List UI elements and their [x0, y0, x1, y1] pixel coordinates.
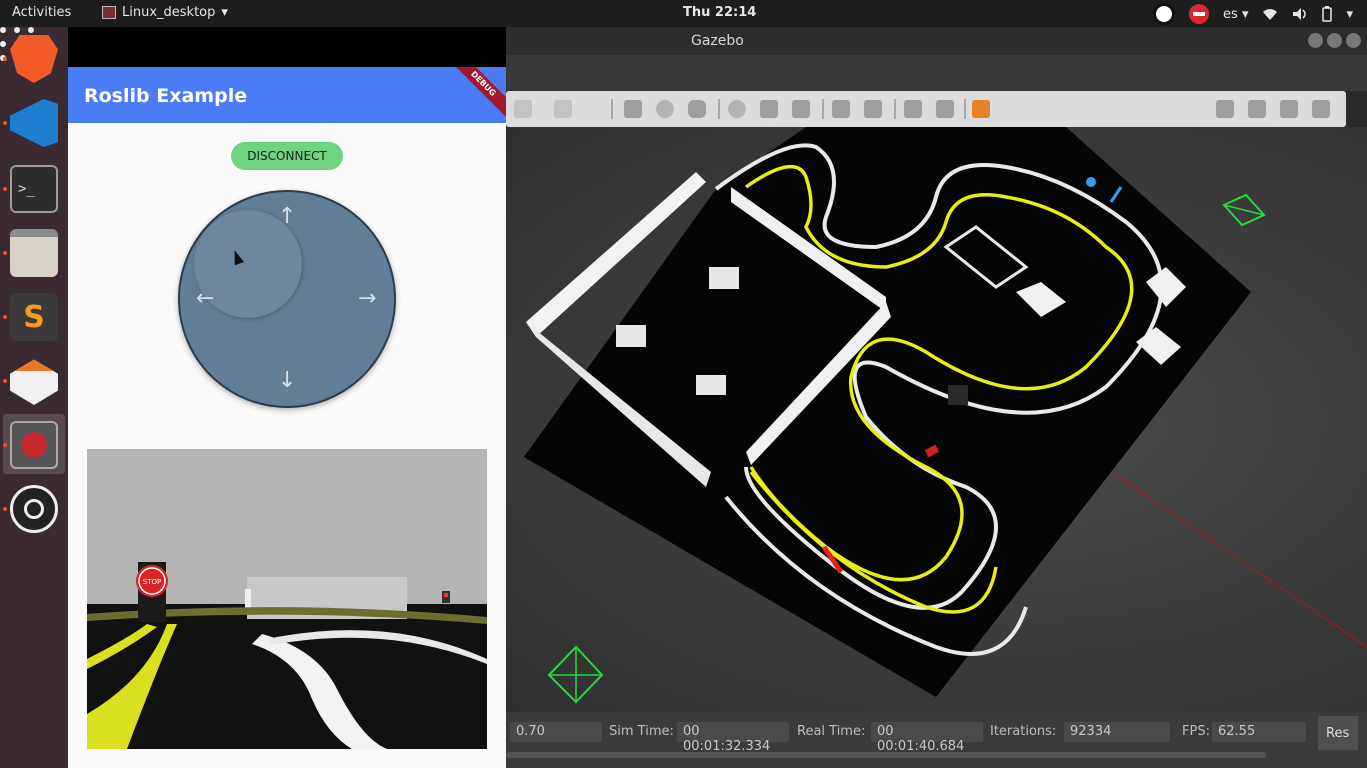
view-angle-icon[interactable]	[972, 100, 990, 118]
sphere-shape-icon[interactable]	[656, 100, 674, 118]
activities-button[interactable]: Activities	[12, 5, 71, 20]
box-shape-icon[interactable]	[624, 100, 642, 118]
window-title: Gazebo	[691, 33, 744, 49]
sim-time-label: Sim Time:	[609, 724, 674, 739]
video-record-icon[interactable]	[1312, 100, 1330, 118]
wifi-icon[interactable]	[1262, 7, 1278, 21]
joystick[interactable]: ↑ ↓ ← →	[178, 190, 396, 408]
redo-icon[interactable]	[554, 100, 572, 118]
point-light-icon[interactable]	[728, 100, 746, 118]
screenshot-icon[interactable]	[1216, 100, 1234, 118]
disconnect-button[interactable]: DISCONNECT	[231, 142, 343, 170]
app-title: Roslib Example	[84, 85, 248, 107]
toolbar-separator	[894, 99, 896, 119]
gazebo-titlebar: Gazebo	[506, 27, 1367, 55]
roslib-app-window: Roslib Example DEBUG DISCONNECT ↑ ↓ ← → …	[68, 27, 506, 768]
stop-sign-text: STOP	[143, 578, 161, 586]
directional-light-icon[interactable]	[792, 100, 810, 118]
vscode-icon[interactable]	[10, 99, 58, 147]
arrow-right-icon: →	[358, 286, 377, 311]
snap-icon[interactable]	[936, 100, 954, 118]
obs-studio-icon[interactable]	[10, 485, 58, 533]
arrow-left-icon: ←	[196, 286, 215, 311]
cylinder-shape-icon[interactable]	[688, 100, 706, 118]
gazebo-statusbar: 0.70 Sim Time: 00 00:01:32.334 Real Time…	[506, 712, 1367, 768]
align-icon[interactable]	[904, 100, 922, 118]
app-menu-icon	[102, 6, 116, 19]
sublime-text-icon[interactable]: S	[10, 293, 58, 341]
running-indicator	[3, 315, 7, 319]
copy-icon[interactable]	[832, 100, 850, 118]
running-indicator	[3, 251, 7, 255]
clock[interactable]: Thu 22:14	[683, 5, 756, 20]
system-menu-chevron-icon[interactable]: ▾	[1346, 7, 1353, 22]
app-status-bar	[68, 27, 506, 67]
running-indicator	[3, 443, 7, 447]
toolbar-separator	[611, 99, 613, 119]
real-time-field: 00 00:01:40.684	[871, 722, 983, 754]
toolbar-separator	[822, 99, 824, 119]
do-not-disturb-icon[interactable]	[1189, 4, 1210, 24]
close-icon[interactable]	[1346, 33, 1361, 48]
toolbar-separator	[718, 99, 720, 119]
debug-banner: DEBUG	[446, 67, 506, 121]
undo-icon[interactable]	[514, 100, 532, 118]
gazebo-menubar	[506, 55, 1367, 91]
real-time-factor-field: 0.70	[510, 722, 602, 742]
toolbar-separator	[964, 99, 966, 119]
keyboard-layout[interactable]: es ▾	[1223, 7, 1248, 22]
log-icon[interactable]	[1248, 100, 1266, 118]
dock: >_ S	[0, 27, 68, 768]
gazebo-toolbar	[506, 91, 1346, 127]
running-indicator	[3, 57, 7, 61]
stacer-icon[interactable]	[10, 359, 58, 405]
system-tray[interactable]: es ▾ ▾	[1153, 3, 1353, 25]
app-bar: Roslib Example DEBUG	[68, 67, 506, 123]
paste-icon[interactable]	[864, 100, 882, 118]
sim-time-field: 00 00:01:32.334	[677, 722, 789, 754]
camera-feed-image: STOP	[87, 449, 487, 749]
arrow-up-icon: ↑	[278, 204, 297, 229]
running-indicator	[3, 507, 7, 511]
arrow-down-icon: ↓	[278, 368, 297, 393]
app-menu[interactable]: Linux_desktop ▾	[102, 5, 228, 20]
running-indicator	[3, 121, 7, 125]
iterations-label: Iterations:	[990, 724, 1057, 739]
iterations-field: 92334	[1064, 722, 1170, 742]
fps-label: FPS:	[1182, 724, 1210, 739]
recorder-tray-icon[interactable]	[1153, 3, 1176, 25]
real-time-label: Real Time:	[797, 724, 866, 739]
running-indicator	[3, 379, 7, 383]
top-bar: Activities Linux_desktop ▾ Thu 22:14 es …	[0, 0, 1367, 27]
app-menu-label: Linux_desktop	[122, 5, 216, 20]
spot-light-icon[interactable]	[760, 100, 778, 118]
running-indicator	[3, 187, 7, 191]
fps-field: 62.55	[1212, 722, 1306, 742]
gazebo-3d-scene[interactable]	[506, 127, 1367, 712]
battery-icon[interactable]	[1322, 6, 1333, 22]
minimize-icon[interactable]	[1308, 33, 1323, 48]
brave-browser-icon[interactable]	[10, 35, 58, 83]
screen-recorder-icon[interactable]	[10, 421, 58, 469]
chevron-down-icon: ▾	[221, 5, 228, 20]
volume-icon[interactable]	[1292, 7, 1308, 21]
terminal-icon[interactable]: >_	[10, 165, 58, 213]
plot-icon[interactable]	[1280, 100, 1298, 118]
maximize-icon[interactable]	[1327, 33, 1342, 48]
reset-button[interactable]: Res	[1318, 716, 1358, 750]
files-icon[interactable]	[10, 229, 58, 277]
horizontal-scrollbar[interactable]	[506, 752, 1266, 758]
